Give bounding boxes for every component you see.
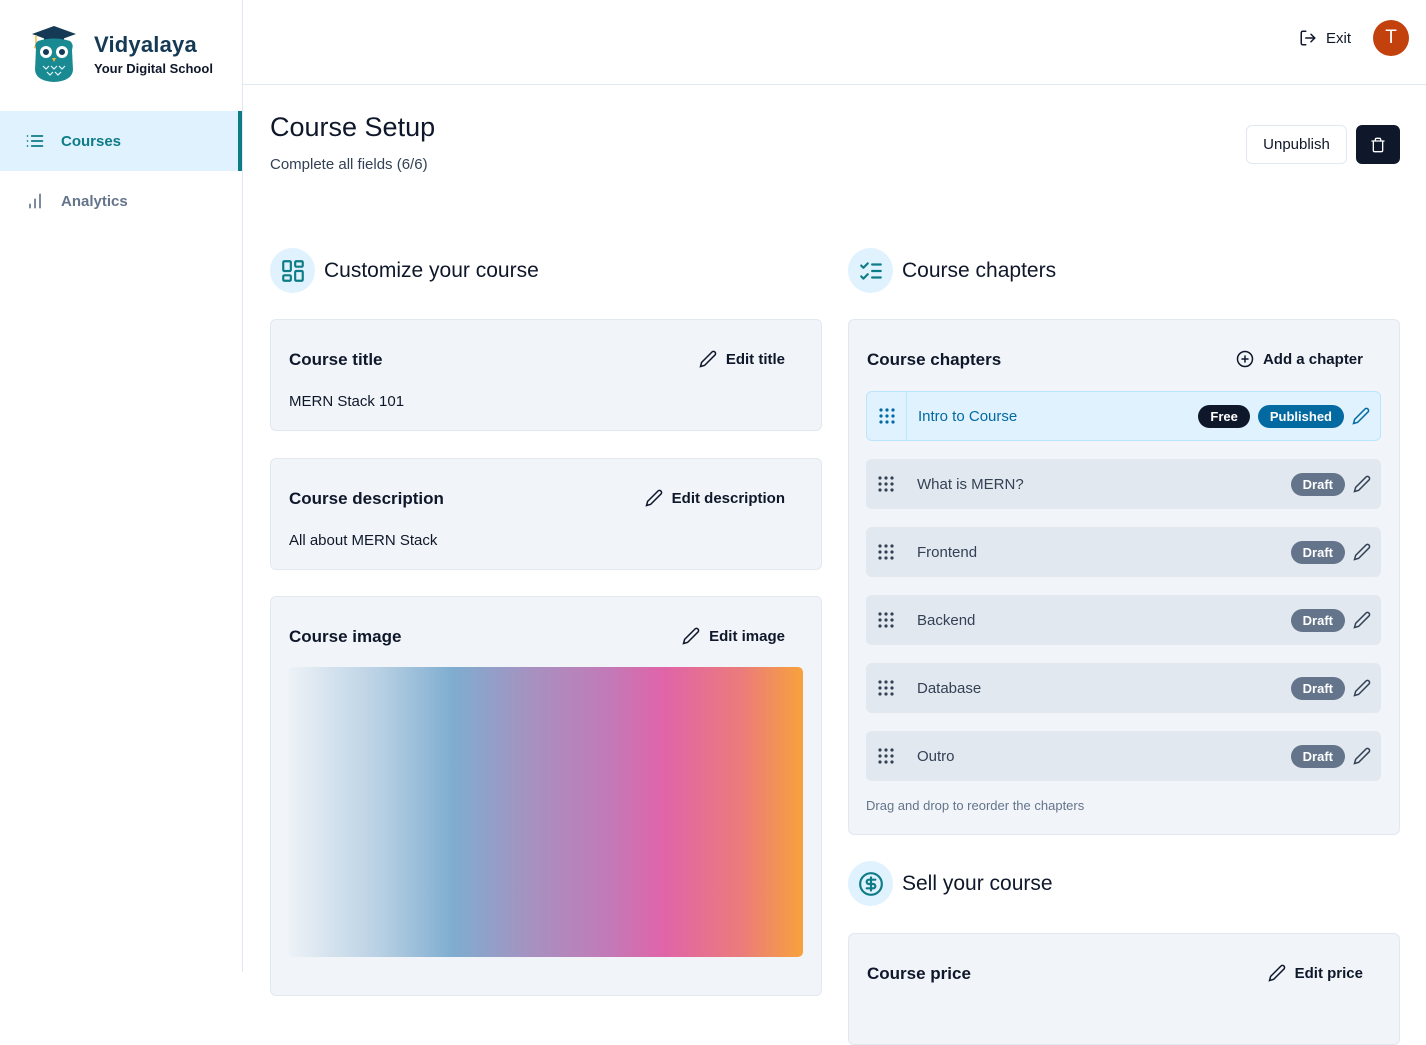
add-chapter-button[interactable]: Add a chapter — [1236, 350, 1363, 368]
course-price-card: Course price Edit price — [848, 933, 1400, 1045]
customize-heading-text: Customize your course — [324, 258, 539, 282]
add-chapter-label: Add a chapter — [1262, 350, 1363, 368]
list-icon — [25, 131, 45, 151]
pencil-icon — [682, 627, 700, 645]
chapter-title: Database — [917, 679, 982, 697]
unpublish-button[interactable]: Unpublish — [1246, 125, 1347, 164]
chapter-item[interactable]: Backend Draft — [866, 595, 1381, 645]
pencil-icon[interactable] — [1353, 679, 1371, 697]
course-title-card: Course title Edit title MERN Stack 101 — [270, 319, 822, 431]
exit-label: Exit — [1325, 29, 1351, 47]
grip-icon[interactable] — [866, 731, 906, 781]
bar-chart-icon — [25, 191, 45, 211]
edit-image-button[interactable]: Edit image — [682, 627, 785, 645]
list-checks-icon — [848, 248, 893, 293]
course-description-label: Course description — [289, 489, 444, 508]
sidebar-item-label: Analytics — [61, 192, 128, 210]
edit-title-label: Edit title — [725, 350, 785, 368]
chapter-title: Backend — [917, 611, 976, 629]
delete-button[interactable] — [1356, 125, 1400, 164]
pencil-icon[interactable] — [1352, 407, 1370, 425]
topbar: Exit T — [243, 0, 1426, 85]
course-description-value: All about MERN Stack — [289, 532, 438, 549]
plus-circle-icon — [1236, 350, 1254, 368]
chapter-title: Intro to Course — [918, 407, 1018, 425]
status-badge: Draft — [1290, 744, 1345, 768]
course-chapters-card: Course chapters Add a chapter Intro to C… — [848, 319, 1400, 835]
customize-section-heading: Customize your course — [270, 248, 539, 293]
chapter-item[interactable]: Database Draft — [866, 663, 1381, 713]
pencil-icon[interactable] — [1353, 475, 1371, 493]
edit-title-button[interactable]: Edit title — [699, 350, 785, 368]
log-out-icon — [1300, 30, 1316, 46]
status-badge: Draft — [1290, 540, 1345, 564]
pencil-icon[interactable] — [1353, 543, 1371, 561]
page-title: Course Setup — [270, 112, 436, 142]
status-badge: Draft — [1290, 608, 1345, 632]
grip-icon[interactable] — [866, 663, 906, 713]
edit-image-label: Edit image — [709, 627, 785, 645]
grip-icon[interactable] — [866, 459, 906, 509]
chapter-title: What is MERN? — [917, 475, 1024, 493]
chapters-heading-text: Course chapters — [902, 258, 1057, 282]
edit-description-button[interactable]: Edit description — [645, 489, 785, 507]
reorder-hint: Drag and drop to reorder the chapters — [866, 798, 1085, 813]
sell-section-heading: Sell your course — [848, 861, 1053, 906]
trash-icon — [1371, 137, 1385, 152]
layout-dashboard-icon — [270, 248, 315, 293]
course-title-value: MERN Stack 101 — [289, 393, 405, 410]
brand-name: Vidyalaya — [94, 32, 197, 57]
pencil-icon — [1268, 964, 1285, 982]
course-image-label: Course image — [289, 627, 402, 646]
free-badge: Free — [1198, 404, 1250, 428]
status-badge: Draft — [1290, 676, 1345, 700]
pencil-icon[interactable] — [1353, 747, 1371, 765]
chapter-item[interactable]: Outro Draft — [866, 731, 1381, 781]
chapter-item[interactable]: Intro to Course Free Published — [866, 391, 1381, 441]
sell-heading-text: Sell your course — [902, 871, 1053, 895]
grip-icon[interactable] — [866, 595, 906, 645]
course-chapters-label: Course chapters — [867, 350, 1002, 369]
brand[interactable]: Vidyalaya Your Digital School — [28, 24, 213, 84]
chapter-list: Intro to Course Free Published What is M… — [866, 391, 1381, 799]
sidebar-item-label: Courses — [61, 132, 122, 150]
brand-tagline: Your Digital School — [94, 61, 213, 76]
edit-price-label: Edit price — [1294, 964, 1363, 982]
sidebar: Vidyalaya Your Digital School Courses An… — [0, 0, 243, 972]
course-price-label: Course price — [867, 964, 971, 983]
sidebar-item-analytics[interactable]: Analytics — [0, 171, 242, 231]
pencil-icon — [699, 350, 717, 368]
grip-icon[interactable] — [867, 392, 907, 440]
chapter-title: Frontend — [917, 543, 978, 561]
user-avatar[interactable]: T — [1373, 20, 1409, 56]
sidebar-nav: Courses Analytics — [0, 111, 242, 231]
course-title-label: Course title — [289, 350, 383, 369]
chapter-title: Outro — [917, 747, 955, 765]
grip-icon[interactable] — [866, 527, 906, 577]
chapters-section-heading: Course chapters — [848, 248, 1056, 293]
chapter-item[interactable]: What is MERN? Draft — [866, 459, 1381, 509]
sidebar-item-courses[interactable]: Courses — [0, 111, 242, 171]
owl-graduate-icon — [32, 26, 76, 82]
chapter-item[interactable]: Frontend Draft — [866, 527, 1381, 577]
pencil-icon — [645, 489, 662, 507]
edit-description-label: Edit description — [671, 489, 785, 507]
exit-button[interactable]: Exit — [1299, 29, 1351, 47]
dollar-circle-icon — [848, 861, 893, 906]
course-image-card: Course image Edit image — [270, 596, 822, 996]
course-description-card: Course description Edit description All … — [270, 458, 822, 570]
status-badge: Draft — [1290, 472, 1345, 496]
course-image-preview — [288, 667, 803, 957]
pencil-icon[interactable] — [1353, 611, 1371, 629]
completion-status: Complete all fields (6/6) — [270, 156, 428, 173]
edit-price-button[interactable]: Edit price — [1268, 964, 1363, 982]
status-badge: Published — [1257, 404, 1344, 428]
